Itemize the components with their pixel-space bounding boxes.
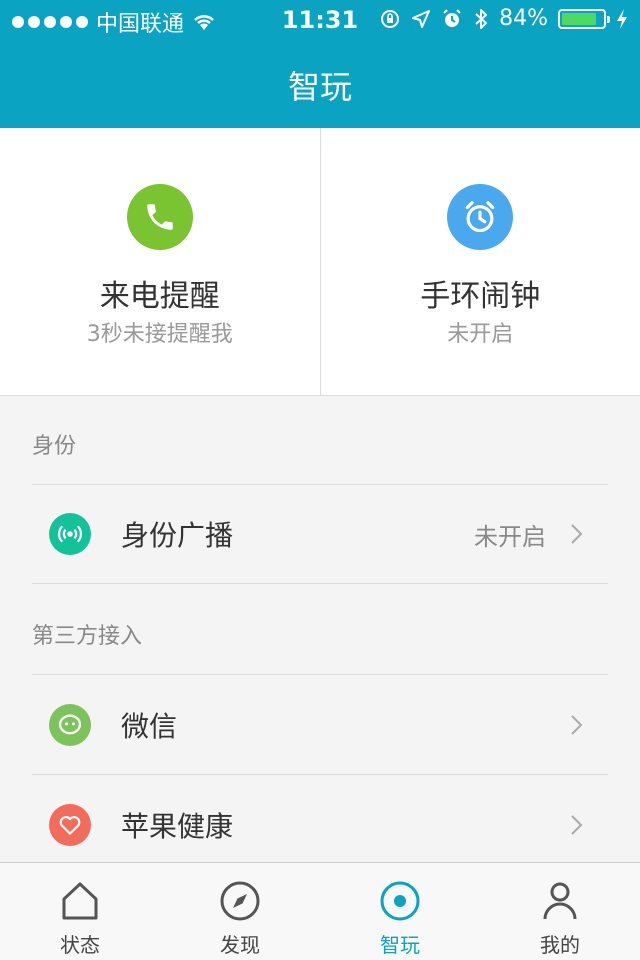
battery-icon <box>558 8 610 29</box>
tab-label: 发现 <box>220 933 260 957</box>
wechat-row[interactable]: 微信 <box>32 674 608 774</box>
card-title: 来电提醒 <box>99 279 220 314</box>
row-label: 身份广播 <box>121 519 234 552</box>
chevron-right-icon <box>571 524 583 544</box>
section-header-identity: 身份 <box>32 434 77 459</box>
card-subtitle: 未开启 <box>447 322 514 347</box>
wechat-icon <box>49 703 91 746</box>
apple-health-row[interactable]: 苹果健康 <box>32 774 608 874</box>
row-label: 微信 <box>121 709 178 743</box>
bluetooth-icon <box>475 8 488 29</box>
charging-bolt-icon <box>617 8 627 29</box>
broadcast-icon <box>49 513 91 555</box>
status-right: 84% <box>379 6 628 31</box>
page-title: 智玩 <box>287 68 352 106</box>
home-icon <box>62 882 98 920</box>
card-subtitle: 3秒未接提醒我 <box>86 322 233 347</box>
nav-header: 中国联通 11:31 84% 智玩 <box>0 0 640 128</box>
tab-label: 状态 <box>60 933 100 957</box>
tab-label: 智玩 <box>380 933 420 957</box>
battery-percent: 84% <box>499 6 548 31</box>
location-arrow-icon <box>412 9 431 28</box>
row-value: 未开启 <box>474 522 546 551</box>
tab-smart-play[interactable]: 智玩 <box>320 863 480 960</box>
alarm-clock-icon <box>447 184 514 250</box>
chevron-right-icon <box>571 714 583 735</box>
tab-discover[interactable]: 发现 <box>160 863 320 960</box>
section-header-third-party: 第三方接入 <box>32 624 143 649</box>
tab-status[interactable]: 状态 <box>0 863 160 960</box>
band-alarm-card[interactable]: 手环闹钟 未开启 <box>319 128 640 395</box>
heart-icon <box>49 803 91 846</box>
identity-broadcast-row[interactable]: 身份广播 未开启 <box>32 484 608 584</box>
status-bar: 中国联通 11:31 84% <box>0 0 640 40</box>
tab-label: 我的 <box>540 933 580 957</box>
rotation-lock-icon <box>381 9 400 28</box>
tab-mine[interactable]: 我的 <box>480 863 640 960</box>
tab-bar: 状态 发现 智玩 我的 <box>0 862 640 960</box>
chevron-right-icon <box>571 814 583 835</box>
person-icon <box>543 882 577 920</box>
target-icon <box>380 881 420 921</box>
compass-icon <box>220 881 260 921</box>
row-label: 苹果健康 <box>121 809 234 843</box>
card-title: 手环闹钟 <box>420 279 541 314</box>
phone-icon <box>126 184 193 250</box>
call-reminder-card[interactable]: 来电提醒 3秒未接提醒我 <box>0 128 320 395</box>
alarm-icon <box>443 8 461 27</box>
feature-cards: 来电提醒 3秒未接提醒我 手环闹钟 未开启 <box>0 128 640 396</box>
